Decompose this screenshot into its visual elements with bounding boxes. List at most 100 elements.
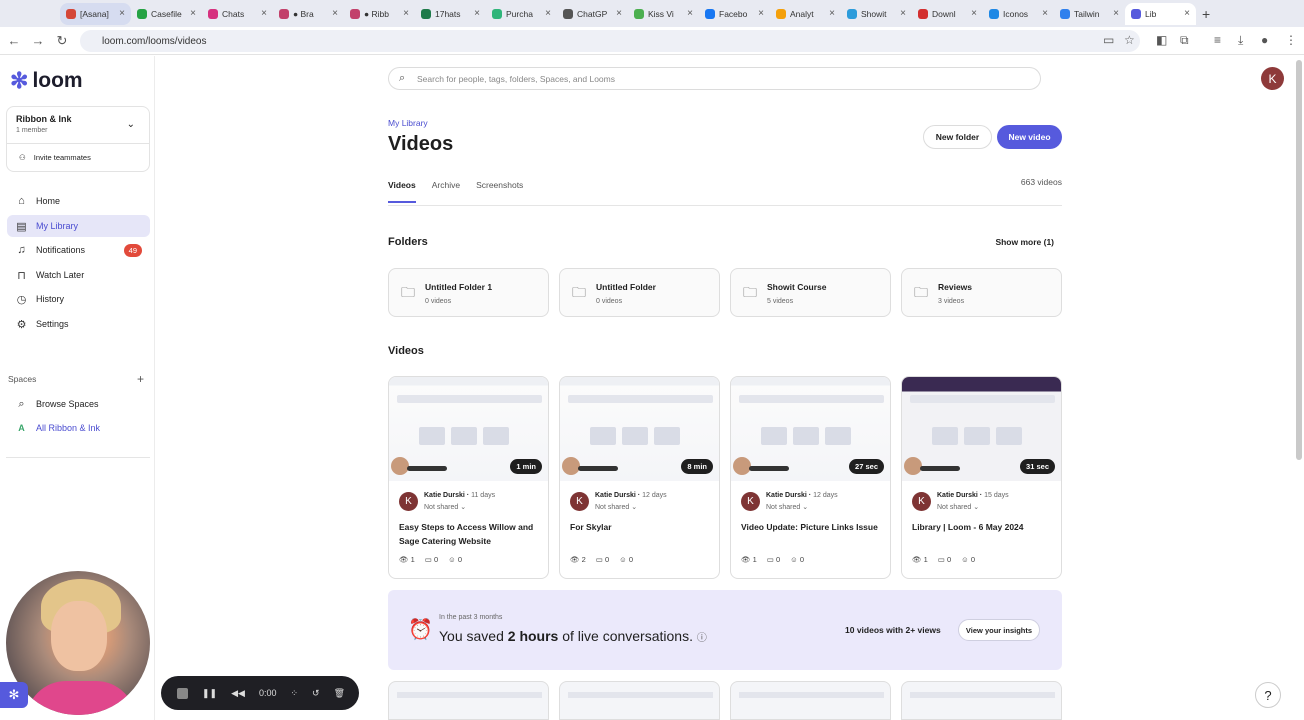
breadcrumb[interactable]: My Library	[388, 118, 428, 128]
sidebar-item-history[interactable]: ◷ History	[7, 288, 150, 310]
loom-logo[interactable]: ✻ loom	[10, 68, 83, 94]
video-title[interactable]: For Skylar	[570, 520, 712, 534]
tab-videos[interactable]: Videos	[388, 180, 416, 203]
show-more-button[interactable]: Show more (1)	[980, 237, 1054, 247]
close-icon[interactable]: ×	[971, 8, 977, 19]
sidebar-item-watch-later[interactable]: ⊓ Watch Later	[7, 264, 150, 286]
browser-tab[interactable]: Chats ×	[202, 3, 273, 25]
close-icon[interactable]: ×	[190, 8, 196, 19]
profile-icon[interactable]: ●	[1261, 33, 1268, 47]
browser-tab[interactable]: Casefile ×	[131, 3, 202, 25]
all-space-item[interactable]: A All Ribbon & Ink	[7, 417, 150, 439]
url-field[interactable]: loom.com/looms/videos	[80, 30, 1140, 52]
video-card[interactable]: 27 sec K Katie Durski · 12 days Not shared …	[730, 376, 891, 579]
restart-icon[interactable]: ↺	[312, 688, 320, 699]
folder-card[interactable]: 🗀 Untitled Folder 1 0 videos	[388, 268, 549, 317]
info-icon[interactable]: ⓘ	[697, 633, 707, 644]
user-avatar[interactable]: K	[1261, 67, 1284, 90]
browser-tab[interactable]: Analyt ×	[770, 3, 841, 25]
browser-tab[interactable]: ● Ribb ×	[344, 3, 415, 25]
invite-teammates-button[interactable]: ⚇ Invite teammates	[6, 144, 150, 172]
tab-screenshots[interactable]: Screenshots	[476, 180, 523, 203]
scrollbar[interactable]	[1296, 60, 1302, 460]
browser-tab[interactable]: Iconos ×	[983, 3, 1054, 25]
browse-spaces-item[interactable]: ⌕ Browse Spaces	[7, 393, 150, 415]
rewind-icon[interactable]: ◀◀	[231, 688, 245, 699]
loom-record-icon[interactable]: ✻	[0, 682, 28, 708]
stop-button[interactable]	[177, 687, 188, 699]
close-icon[interactable]: ×	[403, 8, 409, 19]
new-tab-button[interactable]: +	[1202, 6, 1210, 22]
reload-icon[interactable]: ↻	[50, 33, 74, 49]
video-card[interactable]: 1 min K Katie Durski · 11 days Not shared ⌄…	[388, 376, 549, 579]
share-status-dropdown[interactable]: Not shared ⌄	[766, 503, 808, 511]
bookmark-star-icon[interactable]: ☆	[1124, 33, 1135, 47]
video-card-partial[interactable]	[730, 681, 891, 720]
video-title[interactable]: Library | Loom - 6 May 2024	[912, 520, 1054, 534]
pause-icon[interactable]: ❚❚	[202, 688, 217, 699]
folder-card[interactable]: 🗀 Showit Course 5 videos	[730, 268, 891, 317]
video-card[interactable]: 8 min K Katie Durski · 12 days Not shared ⌄…	[559, 376, 720, 579]
help-button[interactable]: ?	[1255, 682, 1281, 708]
browser-tab[interactable]: Kiss Vi ×	[628, 3, 699, 25]
close-icon[interactable]: ×	[332, 8, 338, 19]
close-icon[interactable]: ×	[474, 8, 480, 19]
browser-tab[interactable]: Downl ×	[912, 3, 983, 25]
video-card-partial[interactable]	[388, 681, 549, 720]
browser-tab[interactable]: [Asana] ×	[60, 2, 131, 25]
puzzle-icon[interactable]: ⧉	[1180, 33, 1189, 48]
browser-tab[interactable]: Facebo ×	[699, 3, 770, 25]
sidebar-item-settings[interactable]: ⚙ Settings	[7, 313, 150, 335]
search-input[interactable]: ⌕ Search for people, tags, folders, Spac…	[388, 67, 1041, 90]
close-icon[interactable]: ×	[758, 8, 764, 19]
folder-count: 0 videos	[596, 298, 623, 305]
close-icon[interactable]: ×	[545, 8, 551, 19]
folder-card[interactable]: 🗀 Reviews 3 videos	[901, 268, 1062, 317]
extension-icon[interactable]: ◧	[1156, 33, 1167, 47]
tab-archive[interactable]: Archive	[432, 180, 460, 203]
add-space-icon[interactable]: +	[137, 372, 144, 386]
share-status-dropdown[interactable]: Not shared ⌄	[595, 503, 637, 511]
sidebar-item-label: Home	[36, 196, 61, 206]
close-icon[interactable]: ×	[119, 8, 125, 19]
close-icon[interactable]: ×	[1113, 8, 1119, 19]
folder-card[interactable]: 🗀 Untitled Folder 0 videos	[559, 268, 720, 317]
browser-tab[interactable]: Lib ×	[1125, 2, 1196, 25]
close-icon[interactable]: ×	[687, 8, 693, 19]
browser-tab[interactable]: Showit ×	[841, 3, 912, 25]
video-card[interactable]: 31 sec K Katie Durski · 15 days Not shared …	[901, 376, 1062, 579]
close-icon[interactable]: ×	[1184, 8, 1190, 19]
back-icon[interactable]: ←	[2, 33, 26, 48]
browser-tab[interactable]: Purcha ×	[486, 3, 557, 25]
browser-tab[interactable]: Tailwin ×	[1054, 3, 1125, 25]
new-folder-button[interactable]: New folder	[923, 125, 992, 149]
video-title[interactable]: Video Update: Picture Links Issue	[741, 520, 883, 534]
cast-icon[interactable]: ▭	[1103, 33, 1114, 47]
close-icon[interactable]: ×	[1042, 8, 1048, 19]
video-card-partial[interactable]	[901, 681, 1062, 720]
share-status-dropdown[interactable]: Not shared ⌄	[424, 503, 466, 511]
workspace-switcher[interactable]: Ribbon & Ink 1 member ⌄	[6, 106, 150, 144]
sidebar-item-my-library[interactable]: ▤ My Library	[7, 215, 150, 237]
sidebar-item-home[interactable]: ⌂ Home	[7, 190, 150, 212]
browser-tab[interactable]: ChatGP ×	[557, 3, 628, 25]
browser-tab[interactable]: ● Bra ×	[273, 3, 344, 25]
video-title[interactable]: Easy Steps to Access Willow and Sage Cat…	[399, 520, 541, 548]
draw-icon[interactable]: ⁘	[290, 688, 298, 699]
view-insights-button[interactable]: View your insights	[958, 619, 1040, 641]
share-status-dropdown[interactable]: Not shared ⌄	[937, 503, 979, 511]
media-icon[interactable]: ≡	[1214, 33, 1221, 47]
close-icon[interactable]: ×	[261, 8, 267, 19]
video-card-partial[interactable]	[559, 681, 720, 720]
forward-icon[interactable]: →	[26, 33, 50, 48]
close-icon[interactable]: ×	[829, 8, 835, 19]
browser-tab[interactable]: 17hats ×	[415, 3, 486, 25]
download-icon[interactable]: ⤓	[1238, 33, 1243, 48]
tab-favicon-icon	[563, 8, 573, 19]
browser-menu-icon[interactable]: ⋮	[1285, 33, 1297, 47]
new-video-button[interactable]: New video	[997, 125, 1062, 149]
close-icon[interactable]: ×	[900, 8, 906, 19]
close-icon[interactable]: ×	[616, 8, 622, 19]
sidebar-item-notifications[interactable]: ♫ Notifications 49	[7, 239, 150, 261]
trash-icon[interactable]: 🗑	[334, 688, 345, 699]
